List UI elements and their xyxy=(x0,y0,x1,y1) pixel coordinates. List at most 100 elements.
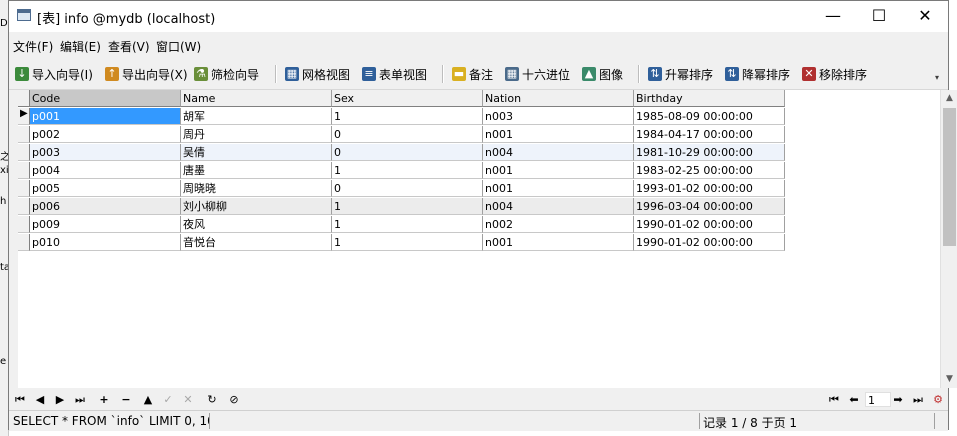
grid-view-label: 网格视图 xyxy=(302,67,351,82)
table-cell[interactable]: 1 xyxy=(332,198,483,215)
column-header-name[interactable]: Name xyxy=(181,90,332,107)
menu-edit[interactable]: 编辑(E) xyxy=(60,38,101,55)
table-cell[interactable]: 1 xyxy=(332,162,483,179)
table-cell[interactable]: 1 xyxy=(332,234,483,251)
table-cell[interactable]: n002 xyxy=(483,216,634,233)
table-cell[interactable]: n001 xyxy=(483,126,634,143)
table-cell[interactable]: 1981-10-29 00:00:00 xyxy=(634,144,785,161)
table-cell[interactable]: 唐墨 xyxy=(181,162,332,179)
table-cell[interactable]: 1983-02-25 00:00:00 xyxy=(634,162,785,179)
header-corner[interactable] xyxy=(18,90,30,107)
next-page-icon[interactable]: ➡ xyxy=(889,391,907,408)
table-cell[interactable]: p006 xyxy=(30,198,181,215)
table-cell[interactable]: 1990-01-02 00:00:00 xyxy=(634,234,785,251)
table-cell[interactable]: 1 xyxy=(332,108,483,125)
menu-window[interactable]: 窗口(W) xyxy=(156,38,201,55)
vertical-scrollbar[interactable]: ▲ ▼ xyxy=(940,90,957,388)
refresh-icon[interactable]: ↻ xyxy=(203,391,221,408)
form-view-button[interactable]: ≡ 表单视图 xyxy=(362,63,427,85)
table-cell[interactable]: p003 xyxy=(30,144,181,161)
column-header-sex[interactable]: Sex xyxy=(332,90,483,107)
table-cell[interactable]: 1 xyxy=(332,216,483,233)
previous-record-icon[interactable]: ◀ xyxy=(31,391,49,408)
row-indicator[interactable] xyxy=(18,198,30,215)
column-header-nation[interactable]: Nation xyxy=(483,90,634,107)
table-cell[interactable]: p010 xyxy=(30,234,181,251)
table-cell[interactable]: n004 xyxy=(483,198,634,215)
page-settings-icon[interactable]: ⚙ xyxy=(929,391,947,408)
table-cell[interactable]: n004 xyxy=(483,144,634,161)
next-record-icon[interactable]: ▶ xyxy=(51,391,69,408)
export-wizard-button[interactable]: ↑ 导出向导(X) xyxy=(105,63,188,85)
row-indicator[interactable] xyxy=(18,144,30,161)
table-cell[interactable]: 周丹 xyxy=(181,126,332,143)
sort-ascending-button[interactable]: ⇅ 升幂排序 xyxy=(648,63,713,85)
status-separator xyxy=(699,413,700,429)
hex-button[interactable]: ▦ 十六进位 xyxy=(505,63,570,85)
table-cell[interactable]: n001 xyxy=(483,234,634,251)
add-record-icon[interactable]: + xyxy=(95,391,113,408)
table-cell[interactable]: 胡军 xyxy=(181,108,332,125)
table-cell[interactable]: 0 xyxy=(332,144,483,161)
import-wizard-label: 导入向导(I) xyxy=(32,67,93,82)
scroll-up-icon[interactable]: ▲ xyxy=(941,90,957,107)
row-indicator[interactable] xyxy=(18,234,30,251)
table-cell[interactable]: n001 xyxy=(483,162,634,179)
scroll-down-icon[interactable]: ▼ xyxy=(941,371,957,388)
row-indicator[interactable]: ▶ xyxy=(18,108,30,125)
row-indicator[interactable] xyxy=(18,162,30,179)
remove-sort-button[interactable]: ✕ 移除排序 xyxy=(802,63,867,85)
table-cell[interactable]: n001 xyxy=(483,180,634,197)
table-cell[interactable]: 夜风 xyxy=(181,216,332,233)
minimize-button[interactable]: — xyxy=(810,1,856,32)
table-cell[interactable]: 0 xyxy=(332,180,483,197)
discard-changes-icon[interactable]: ✕ xyxy=(179,391,197,408)
sort-descending-button[interactable]: ⇅ 降幂排序 xyxy=(725,63,790,85)
edit-record-icon[interactable]: ▲ xyxy=(139,391,157,408)
table-cell[interactable]: p009 xyxy=(30,216,181,233)
menu-file[interactable]: 文件(F) xyxy=(13,38,53,55)
scrollbar-thumb[interactable] xyxy=(943,108,956,246)
table-cell[interactable]: 1984-04-17 00:00:00 xyxy=(634,126,785,143)
row-indicator[interactable] xyxy=(18,216,30,233)
table-cell[interactable]: 0 xyxy=(332,126,483,143)
menu-view[interactable]: 查看(V) xyxy=(108,38,150,55)
delete-record-icon[interactable]: − xyxy=(117,391,135,408)
table-cell[interactable]: p005 xyxy=(30,180,181,197)
table-cell[interactable]: 1996-03-04 00:00:00 xyxy=(634,198,785,215)
table-cell[interactable]: 音悦台 xyxy=(181,234,332,251)
table-cell[interactable]: 刘小柳柳 xyxy=(181,198,332,215)
last-record-icon[interactable]: ⏭ xyxy=(71,391,89,408)
table-cell[interactable]: n003 xyxy=(483,108,634,125)
maximize-button[interactable]: ☐ xyxy=(856,1,902,32)
close-button[interactable]: ✕ xyxy=(902,1,948,32)
column-header-birthday[interactable]: Birthday xyxy=(634,90,785,107)
table-cell[interactable]: p001 xyxy=(30,108,181,125)
row-indicator[interactable] xyxy=(18,126,30,143)
memo-button[interactable]: ▬ 备注 xyxy=(452,63,493,85)
apply-changes-icon[interactable]: ✓ xyxy=(159,391,177,408)
grid-view-button[interactable]: ▦ 网格视图 xyxy=(285,63,350,85)
row-indicator[interactable] xyxy=(18,180,30,197)
image-button[interactable]: ▲ 图像 xyxy=(582,63,623,85)
first-record-icon[interactable]: ⏮ xyxy=(11,391,29,408)
table-cell[interactable]: 1993-01-02 00:00:00 xyxy=(634,180,785,197)
status-separator xyxy=(934,413,935,429)
page-number-input[interactable]: 1 xyxy=(865,392,891,407)
table-cell[interactable]: p002 xyxy=(30,126,181,143)
table-cell[interactable]: 吴倩 xyxy=(181,144,332,161)
table-cell[interactable]: 1985-08-09 00:00:00 xyxy=(634,108,785,125)
stop-icon[interactable]: ⊘ xyxy=(225,391,243,408)
memo-icon: ▬ xyxy=(452,67,466,81)
first-page-icon[interactable]: ⏮ xyxy=(825,391,843,408)
toolbar-overflow-icon[interactable]: ▾ xyxy=(935,73,939,82)
table-cell[interactable]: 周晓晓 xyxy=(181,180,332,197)
last-page-icon[interactable]: ⏭ xyxy=(909,391,927,408)
table-cell[interactable]: p004 xyxy=(30,162,181,179)
table-cell[interactable]: 1990-01-02 00:00:00 xyxy=(634,216,785,233)
column-header-code[interactable]: Code xyxy=(30,90,181,107)
import-wizard-button[interactable]: ↓ 导入向导(I) xyxy=(15,63,93,85)
previous-page-icon[interactable]: ⬅ xyxy=(845,391,863,408)
title-bar[interactable]: [表] info @mydb (localhost) — ☐ ✕ xyxy=(9,1,948,32)
filter-wizard-button[interactable]: ⚗ 筛检向导 xyxy=(194,63,259,85)
